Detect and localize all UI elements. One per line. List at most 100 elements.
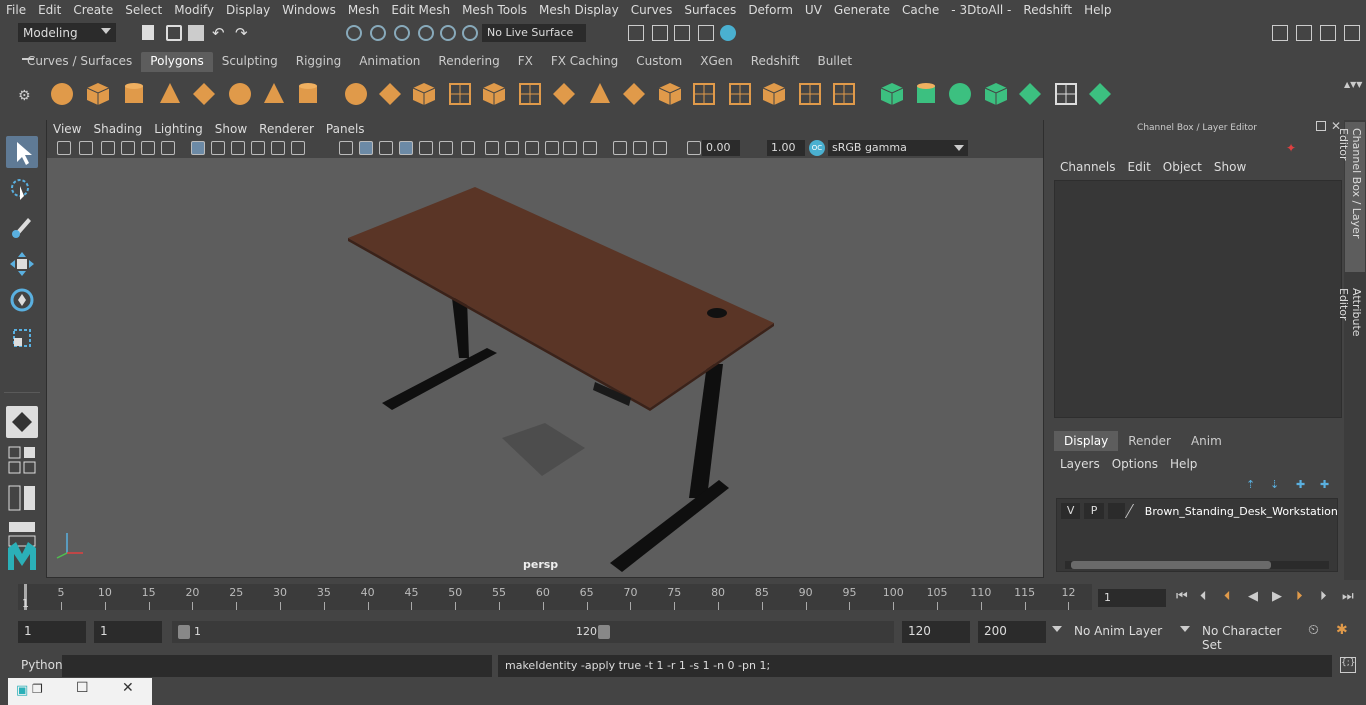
scale-tool-icon[interactable] (6, 322, 38, 354)
save-scene-icon[interactable] (188, 25, 204, 41)
open-scene-icon[interactable] (166, 25, 182, 41)
attribute-editor-toggle-icon[interactable] (1296, 25, 1312, 41)
render-frame-icon[interactable] (652, 25, 668, 41)
undo-icon[interactable]: ↶ (212, 25, 228, 41)
new-scene-icon[interactable] (142, 25, 154, 40)
menu-help[interactable]: Help (1078, 3, 1117, 17)
poly-plane-icon[interactable] (190, 80, 218, 108)
channel-box-menu-edit[interactable]: Edit (1122, 160, 1157, 174)
layer-display-type[interactable] (1107, 503, 1126, 519)
tab-animation[interactable]: Animation (350, 52, 429, 72)
new-layer-selected-icon[interactable]: ✚ (1320, 478, 1329, 491)
wireframe-on-shaded-icon[interactable] (379, 141, 393, 155)
float-panel-icon[interactable] (1316, 121, 1326, 131)
command-input[interactable] (62, 655, 492, 677)
tab-display[interactable]: Display (1054, 431, 1119, 451)
ipr-render-icon[interactable] (674, 25, 690, 41)
tab-attribute-editor[interactable]: Attribute Editor (1337, 282, 1365, 372)
mode-selector[interactable]: Modeling (18, 23, 116, 42)
play-backwards-icon[interactable]: ◀ (1248, 589, 1258, 604)
motion-blur-icon[interactable] (525, 141, 539, 155)
viewport-menu-lighting[interactable]: Lighting (148, 122, 209, 136)
sew-uv-icon[interactable] (1016, 80, 1044, 108)
poly-sphere-icon[interactable] (48, 80, 76, 108)
camera-attr-icon[interactable] (79, 141, 93, 155)
viewport-menu-shading[interactable]: Shading (87, 122, 148, 136)
tab-custom[interactable]: Custom (627, 52, 691, 72)
move-layer-up-icon[interactable]: ⇡ (1246, 478, 1255, 491)
anti-alias-icon[interactable] (545, 141, 559, 155)
smooth-icon[interactable] (446, 80, 474, 108)
menu-3dtoall[interactable]: - 3DtoAll - (945, 3, 1017, 17)
uv-editor-icon[interactable] (1086, 80, 1114, 108)
tab-channel-box[interactable]: Channel Box / Layer Editor (1337, 122, 1365, 272)
playback-start-field[interactable]: 1 (94, 621, 162, 643)
menu-redshift[interactable]: Redshift (1017, 3, 1078, 17)
chevron-down-icon[interactable] (1052, 626, 1062, 632)
tab-sculpting[interactable]: Sculpting (213, 52, 287, 72)
fill-hole-icon[interactable] (690, 80, 718, 108)
snap-point-icon[interactable] (394, 25, 410, 41)
paint-select-tool-icon[interactable] (6, 210, 38, 242)
menu-file[interactable]: File (0, 3, 32, 17)
new-layer-icon[interactable]: ✚ (1296, 478, 1305, 491)
layer-visibility-toggle[interactable]: V (1061, 503, 1081, 519)
menu-uv[interactable]: UV (799, 3, 828, 17)
xray-icon[interactable] (399, 141, 413, 155)
animation-end-field[interactable]: 200 (978, 621, 1046, 643)
collapse-icon[interactable] (830, 80, 858, 108)
play-forwards-icon[interactable]: ▶ (1272, 589, 1282, 604)
offset-edge-icon[interactable] (656, 80, 684, 108)
auto-uv-icon[interactable] (982, 80, 1010, 108)
menu-display[interactable]: Display (220, 3, 276, 17)
menu-mesh-tools[interactable]: Mesh Tools (456, 3, 533, 17)
bridge-icon[interactable] (550, 80, 578, 108)
animation-start-field[interactable]: 1 (18, 621, 86, 643)
range-slider-end-handle[interactable] (598, 625, 610, 639)
step-back-icon[interactable]: ⏴ (1200, 589, 1207, 604)
merge-icon[interactable] (796, 80, 824, 108)
film-gate-icon[interactable] (211, 141, 225, 155)
channel-box-menu-object[interactable]: Object (1157, 160, 1208, 174)
ambient-occlusion-icon[interactable] (505, 141, 519, 155)
combine-icon[interactable] (342, 80, 370, 108)
render-view-icon[interactable] (628, 25, 644, 41)
layer-playback-toggle[interactable]: P (1084, 503, 1104, 519)
anim-layer-dropdown[interactable]: No Anim Layer (1068, 621, 1174, 643)
color-management-icon[interactable]: OC (809, 140, 825, 156)
character-icon[interactable]: ✱ (1336, 622, 1348, 638)
layer-menu-layers[interactable]: Layers (1054, 457, 1106, 471)
viewport-menu-panels[interactable]: Panels (320, 122, 371, 136)
tab-anim[interactable]: Anim (1181, 431, 1232, 451)
shadows-icon[interactable] (485, 141, 499, 155)
poly-torus-icon[interactable] (226, 80, 254, 108)
outliner-layout-icon[interactable] (6, 482, 38, 514)
layer-scrollbar[interactable] (1065, 561, 1329, 569)
current-frame-field[interactable]: 1 (1098, 589, 1166, 607)
tab-xgen[interactable]: XGen (691, 52, 742, 72)
move-tool-icon[interactable] (6, 248, 38, 280)
layer-row[interactable]: V P Brown_Standing_Desk_Workstation_ (1061, 502, 1337, 520)
channel-box-menu-show[interactable]: Show (1208, 160, 1252, 174)
character-set-dropdown[interactable]: No Character Set (1196, 621, 1300, 652)
snap-pivot-icon[interactable] (462, 25, 478, 41)
default-material-icon[interactable] (419, 141, 433, 155)
backface-icon[interactable] (653, 141, 667, 155)
grid-icon[interactable] (191, 141, 205, 155)
hypershade-icon[interactable] (720, 25, 736, 41)
checker-uv-icon[interactable] (1052, 80, 1080, 108)
go-to-end-icon[interactable]: ⏭ (1342, 589, 1354, 604)
snap-curve-icon[interactable] (370, 25, 386, 41)
tool-settings-toggle-icon[interactable] (1320, 25, 1336, 41)
menu-create[interactable]: Create (67, 3, 119, 17)
move-layer-down-icon[interactable]: ⇣ (1270, 478, 1279, 491)
poly-pipe-icon[interactable] (294, 80, 322, 108)
wireframe-icon[interactable] (339, 141, 353, 155)
xray-joints-icon[interactable] (613, 141, 627, 155)
snap-grid-icon[interactable] (346, 25, 362, 41)
select-tool-icon[interactable] (6, 136, 38, 168)
tab-fx-caching[interactable]: FX Caching (542, 52, 627, 72)
menu-select[interactable]: Select (119, 3, 168, 17)
viewport-menu-renderer[interactable]: Renderer (253, 122, 320, 136)
lasso-tool-icon[interactable] (6, 174, 38, 206)
